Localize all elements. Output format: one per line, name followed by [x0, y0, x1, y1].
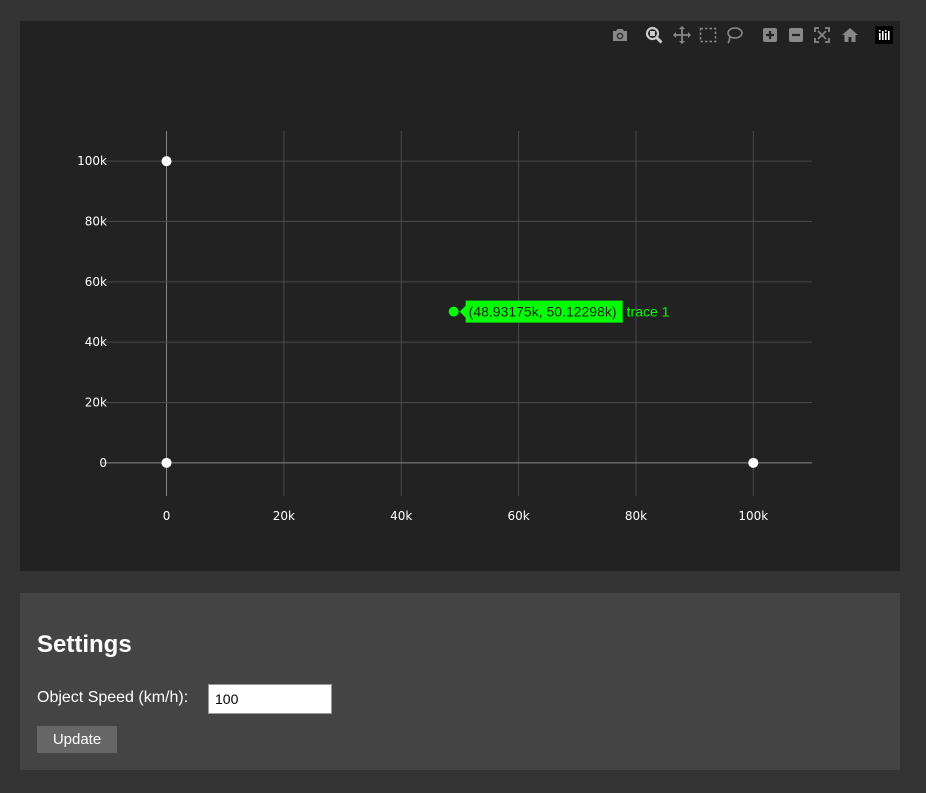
data-point[interactable] — [161, 457, 172, 468]
zoom-in-icon[interactable] — [760, 25, 780, 45]
data-point[interactable] — [448, 306, 459, 317]
zoom-out-icon[interactable] — [786, 25, 806, 45]
tick-labels: 0 20k 40k 60k 80k 100k 0 20k 40k 60k 80k 100k — [77, 154, 768, 523]
update-button[interactable]: Update — [37, 726, 117, 753]
y-tick-label: 20k — [85, 395, 107, 409]
object-speed-label: Object Speed (km/h): — [37, 689, 189, 706]
data-point[interactable] — [748, 457, 759, 468]
y-tick-label: 60k — [85, 275, 107, 289]
box-select-icon[interactable] — [698, 25, 718, 45]
data-point[interactable] — [161, 156, 172, 167]
reset-axes-icon[interactable] — [840, 25, 860, 45]
y-tick-label: 40k — [85, 335, 107, 349]
settings-title: Settings — [37, 631, 132, 658]
x-tick-label: 60k — [508, 509, 530, 523]
plotly-logo-icon[interactable] — [875, 26, 893, 44]
y-tick-label: 100k — [77, 154, 107, 168]
y-tick-label: 0 — [99, 456, 107, 470]
modebar — [20, 21, 900, 51]
lasso-select-icon[interactable] — [724, 25, 744, 45]
x-tick-label: 40k — [390, 509, 412, 523]
plot-panel: 0 20k 40k 60k 80k 100k 0 20k 40k 60k 80k 100k (48.9… — [20, 21, 900, 571]
hover-label-text: (48.93175k, 50.12298k) — [469, 304, 617, 320]
x-tick-label: 20k — [273, 509, 295, 523]
object-speed-input[interactable] — [208, 684, 332, 714]
hover-trace-name: trace 1 — [627, 304, 670, 320]
x-tick-label: 0 — [163, 509, 171, 523]
x-tick-label: 100k — [738, 509, 768, 523]
x-tick-label: 80k — [625, 509, 647, 523]
camera-icon[interactable] — [610, 25, 630, 45]
scatter-chart[interactable]: 0 20k 40k 60k 80k 100k 0 20k 40k 60k 80k 100k (48.9… — [20, 21, 900, 571]
zoom-icon[interactable] — [644, 25, 664, 45]
y-tick-label: 80k — [85, 214, 107, 228]
pan-icon[interactable] — [672, 25, 692, 45]
settings-panel: Settings Object Speed (km/h): Update — [20, 593, 900, 770]
autoscale-icon[interactable] — [812, 25, 832, 45]
hover-layer: (48.93175k, 50.12298k) trace 1 — [459, 300, 670, 323]
